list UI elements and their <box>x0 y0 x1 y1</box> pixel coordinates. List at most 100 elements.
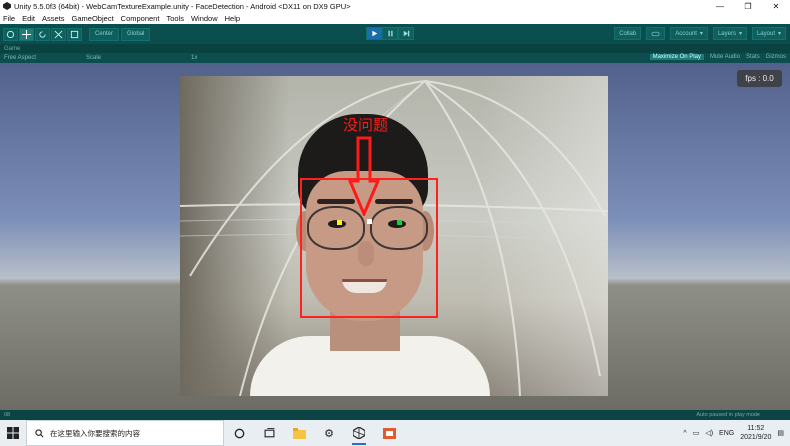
presentation-app-button[interactable] <box>374 420 404 446</box>
close-button[interactable]: ✕ <box>762 0 790 12</box>
game-view-options: Maximize On Play Mute Audio Stats Gizmos <box>649 54 786 60</box>
toolbar-right: Collab Account ▾ Layers ▾ Layout ▾ <box>609 27 786 40</box>
fps-counter: fps : 0.0 <box>737 70 782 87</box>
pause-button[interactable] <box>382 27 398 40</box>
unity-icon <box>3 2 11 10</box>
task-view-icon <box>264 427 274 437</box>
menu-tools[interactable]: Tools <box>166 14 184 23</box>
layout-dropdown[interactable]: Layout ▾ <box>751 27 786 40</box>
menu-gameobject[interactable]: GameObject <box>72 14 114 23</box>
start-button[interactable] <box>0 420 26 446</box>
unity-task-button[interactable] <box>344 420 374 446</box>
circle-icon <box>234 428 244 438</box>
space-toggle[interactable]: Global <box>121 27 151 41</box>
maximize-button[interactable]: ❐ <box>734 0 762 12</box>
title-bar: Unity 5.5.0f3 (64bit) - WebCamTextureExa… <box>0 0 790 12</box>
gizmos-dropdown[interactable]: Gizmos <box>766 54 786 60</box>
hand-tool-button[interactable] <box>3 27 18 41</box>
chevron-up-icon[interactable]: ^ <box>683 430 686 437</box>
unity-icon <box>353 427 365 439</box>
annotation-text: 没问题 <box>343 116 389 134</box>
menu-help[interactable]: Help <box>225 14 240 23</box>
chevron-down-icon: ▾ <box>699 31 703 37</box>
collab-dropdown[interactable]: Collab <box>614 27 642 40</box>
cortana-button[interactable] <box>224 420 254 446</box>
step-icon <box>403 30 409 37</box>
scale-icon <box>54 30 63 38</box>
cloud-button[interactable] <box>646 27 666 40</box>
rotate-tool-button[interactable] <box>35 27 50 41</box>
landmark-center <box>367 219 372 224</box>
window-title: Unity 5.5.0f3 (64bit) - WebCamTextureExa… <box>14 1 351 11</box>
layout-label: Layout <box>756 30 775 37</box>
landmark-right-eye <box>397 220 402 225</box>
rotate-icon <box>39 30 46 38</box>
folder-icon <box>292 427 306 439</box>
pivot-toggle-label: Center <box>95 31 114 37</box>
settings-button[interactable]: ⚙ <box>314 420 344 446</box>
game-view: fps : 0.0 没问题 <box>0 63 790 410</box>
taskbar: 在这里输入你要搜索的内容 ⚙ ^ ▭ ◁) ENG 11:52 2021/9/2… <box>0 420 790 446</box>
menu-file[interactable]: File <box>3 14 15 23</box>
space-toggle-label: Global <box>127 31 145 37</box>
rect-icon <box>70 30 79 38</box>
status-message: Auto paused in play mode <box>696 412 760 418</box>
hand-icon <box>6 30 15 38</box>
notification-icon[interactable]: ▤ <box>777 429 784 437</box>
scale-tool-button[interactable] <box>51 27 66 41</box>
tab-game[interactable]: Game <box>4 46 20 52</box>
clock-time: 11:52 <box>747 425 765 432</box>
scale-value[interactable]: 1x <box>191 55 197 61</box>
minimize-button[interactable]: — <box>706 0 734 12</box>
account-dropdown[interactable]: Account ▾ <box>670 27 708 40</box>
task-view-button[interactable] <box>254 420 284 446</box>
status-bar: 08 Auto paused in play mode <box>0 410 790 420</box>
volume-icon[interactable]: ◁) <box>705 429 713 437</box>
menu-window[interactable]: Window <box>191 14 218 23</box>
aspect-dropdown[interactable]: Free Aspect <box>4 55 36 61</box>
stats-toggle[interactable]: Stats <box>746 54 760 60</box>
pause-icon <box>387 30 393 37</box>
language-indicator[interactable]: ENG <box>719 430 734 437</box>
file-explorer-button[interactable] <box>284 420 314 446</box>
pivot-toggle[interactable]: Center <box>89 27 120 41</box>
chevron-down-icon: ▾ <box>738 31 742 37</box>
search-icon <box>35 428 44 437</box>
gear-icon: ⚙ <box>324 427 334 440</box>
network-icon[interactable]: ▭ <box>693 429 700 437</box>
menu-edit[interactable]: Edit <box>22 14 35 23</box>
maximize-on-play-toggle[interactable]: Maximize On Play <box>649 54 704 60</box>
scale-label: Scale <box>86 55 102 61</box>
clock-date: 2021/9/20 <box>740 434 772 441</box>
play-controls <box>366 27 414 40</box>
chevron-down-icon: ▾ <box>777 31 781 37</box>
account-label: Account <box>675 30 697 37</box>
menu-assets[interactable]: Assets <box>42 14 65 23</box>
game-view-toolbar: Free Aspect Scale 1x Maximize On Play Mu… <box>0 53 790 63</box>
layers-label: Layers <box>717 30 736 37</box>
taskbar-search[interactable]: 在这里输入你要搜索的内容 <box>26 420 224 446</box>
rect-tool-button[interactable] <box>67 27 82 41</box>
play-icon <box>371 30 377 37</box>
move-icon <box>22 29 31 39</box>
arrow-down-icon <box>348 136 380 216</box>
search-placeholder: 在这里输入你要搜索的内容 <box>50 428 140 438</box>
status-left: 08 <box>4 412 11 418</box>
layers-dropdown[interactable]: Layers ▾ <box>712 27 747 40</box>
windows-icon <box>7 427 19 439</box>
game-tab-strip: Game <box>0 44 790 53</box>
system-tray: ^ ▭ ◁) ENG 11:52 2021/9/20 ▤ <box>683 420 790 446</box>
clock[interactable]: 11:52 2021/9/20 <box>740 424 771 442</box>
play-button[interactable] <box>366 27 382 40</box>
menu-component[interactable]: Component <box>121 14 160 23</box>
main-toolbar: Center Global Collab Account ▾ Layers ▾ <box>0 24 790 44</box>
landmark-left-eye <box>337 220 342 225</box>
slides-icon <box>382 427 396 439</box>
webcam-image: 没问题 <box>180 76 608 396</box>
collab-label: Collab <box>619 30 637 37</box>
mute-audio-toggle[interactable]: Mute Audio <box>710 54 740 60</box>
menu-bar: File Edit Assets GameObject Component To… <box>0 12 790 24</box>
step-button[interactable] <box>398 27 414 40</box>
cloud-icon <box>651 31 660 36</box>
move-tool-button[interactable] <box>19 27 34 41</box>
